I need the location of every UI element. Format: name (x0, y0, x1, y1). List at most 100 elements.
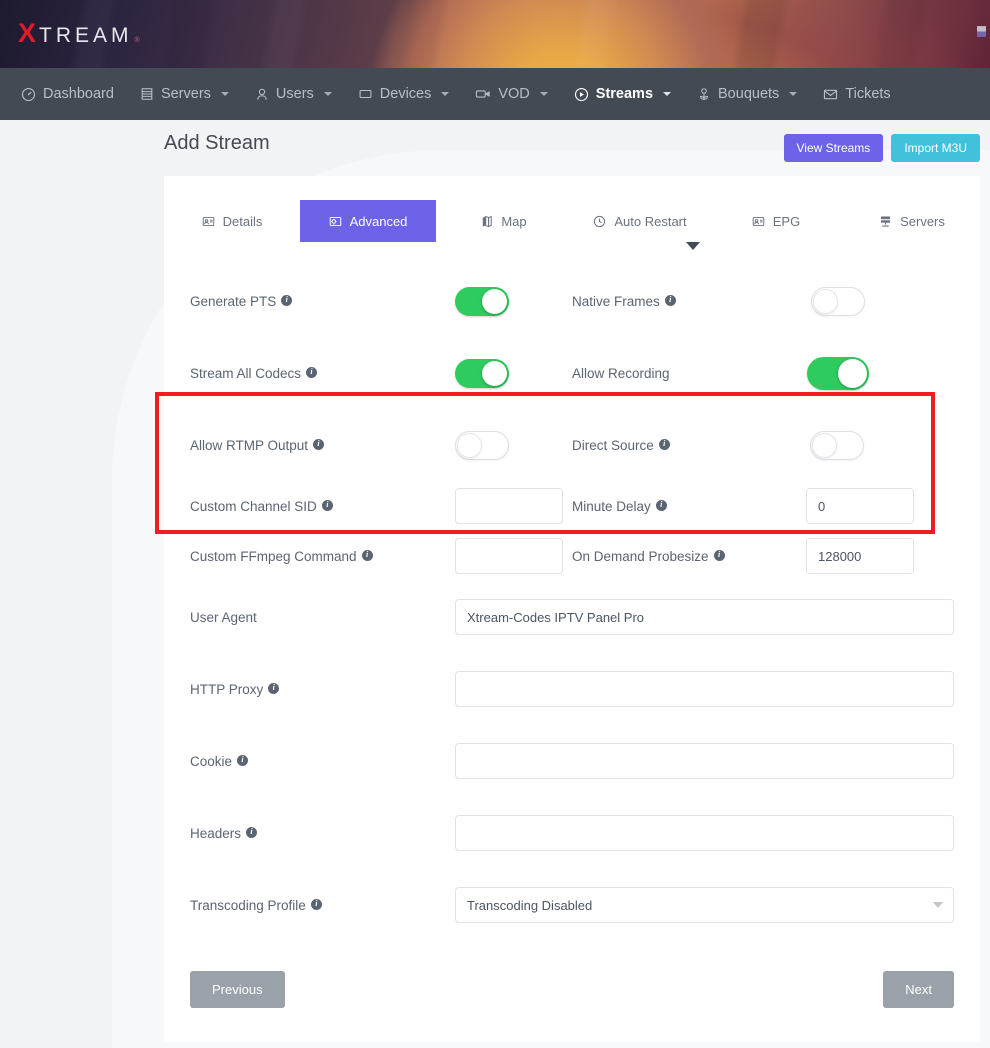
banner-corner-icon[interactable] (977, 26, 986, 37)
nav-label: Dashboard (43, 86, 114, 102)
direct-source-toggle[interactable] (810, 431, 864, 460)
info-icon[interactable]: i (665, 295, 676, 306)
tab-epg[interactable]: EPG (708, 200, 844, 242)
info-icon[interactable]: i (322, 500, 333, 511)
row-http-proxy: HTTP Proxy i (190, 653, 954, 725)
info-icon[interactable]: i (659, 439, 670, 450)
nav-item-servers[interactable]: Servers (127, 68, 242, 120)
headers-input[interactable] (455, 815, 954, 851)
info-icon[interactable]: i (714, 550, 725, 561)
tab-auto-restart[interactable]: Auto Restart (572, 200, 708, 242)
chevron-down-icon (663, 92, 671, 96)
row-channel-sid-minute-delay: Custom Channel SID i Minute Delay i (190, 481, 954, 531)
tab-label: Advanced (350, 214, 408, 229)
info-icon[interactable]: i (237, 755, 248, 766)
banner-artwork (0, 0, 990, 68)
tab-map[interactable]: Map (436, 200, 572, 242)
nav-item-dashboard[interactable]: Dashboard (8, 68, 127, 120)
nav-item-tickets[interactable]: Tickets (810, 68, 903, 120)
native-frames-label: Native Frames i (572, 294, 704, 309)
form-tabs: Details Advanced Map (164, 176, 980, 243)
previous-button[interactable]: Previous (190, 971, 285, 1008)
field-generate-pts: Generate PTS i (190, 287, 572, 316)
nav-item-users[interactable]: Users (242, 68, 345, 120)
toggle-knob (482, 289, 507, 314)
nav-item-bouquets[interactable]: Bouquets (684, 68, 810, 120)
custom-channel-sid-input[interactable] (455, 488, 563, 524)
nav-item-streams[interactable]: Streams (561, 68, 684, 120)
next-button[interactable]: Next (883, 971, 954, 1008)
tab-servers[interactable]: Servers (844, 200, 980, 242)
info-icon[interactable]: i (311, 899, 322, 910)
user-icon (255, 87, 269, 102)
generate-pts-toggle[interactable] (455, 287, 509, 316)
info-icon[interactable]: i (656, 500, 667, 511)
allow-rtmp-output-toggle[interactable] (455, 431, 509, 460)
field-allow-rtmp-output: Allow RTMP Output i (190, 431, 572, 460)
minute-delay-input[interactable] (806, 488, 914, 524)
cookie-input[interactable] (455, 743, 954, 779)
allow-recording-toggle[interactable] (807, 357, 869, 390)
transcoding-profile-select[interactable] (455, 887, 954, 923)
user-agent-input[interactable] (455, 599, 954, 635)
info-icon[interactable]: i (362, 550, 373, 561)
advanced-icon (329, 215, 342, 228)
toggle-knob (457, 433, 482, 458)
transcoding-profile-value[interactable] (455, 887, 954, 923)
tab-server-icon (879, 215, 892, 228)
clock-icon (593, 215, 606, 228)
advanced-form: Generate PTS i Native Frames i Stre (164, 243, 980, 1042)
server-icon (140, 87, 154, 101)
dashboard-icon (21, 87, 36, 102)
tab-advanced[interactable]: Advanced (300, 200, 436, 242)
stream-all-codecs-toggle[interactable] (455, 359, 509, 388)
field-native-frames: Native Frames i (572, 287, 954, 316)
row-generate-pts-native-frames: Generate PTS i Native Frames i (190, 265, 954, 337)
custom-ffmpeg-command-input[interactable] (455, 538, 563, 574)
nav-item-vod[interactable]: VOD (462, 68, 560, 120)
http-proxy-label: HTTP Proxy i (190, 682, 455, 697)
page-header: Add Stream View Streams Import M3U (0, 120, 990, 176)
chevron-down-icon (789, 92, 797, 96)
generate-pts-label: Generate PTS i (190, 294, 455, 309)
nav-item-devices[interactable]: Devices (345, 68, 463, 120)
label-text: Custom FFmpeg Command (190, 549, 357, 564)
allow-recording-label: Allow Recording (572, 366, 704, 381)
tab-label: Details (223, 214, 263, 229)
header-actions: View Streams Import M3U (784, 130, 981, 162)
info-icon[interactable]: i (281, 295, 292, 306)
active-nav-pointer (686, 242, 700, 250)
info-icon[interactable]: i (313, 439, 324, 450)
form-footer: Previous Next (190, 941, 954, 1032)
field-direct-source: Direct Source i (572, 431, 954, 460)
import-m3u-button[interactable]: Import M3U (891, 134, 980, 162)
xtream-logo[interactable]: X TREAM ® (18, 20, 143, 47)
chevron-down-icon (441, 92, 449, 96)
on-demand-probesize-input[interactable] (806, 538, 914, 574)
row-transcoding-profile: Transcoding Profile i (190, 869, 954, 941)
allow-rtmp-output-label: Allow RTMP Output i (190, 438, 455, 453)
minute-delay-label: Minute Delay i (572, 499, 704, 514)
stream-all-codecs-label: Stream All Codecs i (190, 366, 455, 381)
transcoding-profile-label: Transcoding Profile i (190, 898, 455, 913)
on-demand-probesize-label: On Demand Probesize i (572, 549, 732, 564)
field-allow-recording: Allow Recording (572, 357, 954, 390)
stream-icon (574, 87, 589, 102)
info-icon[interactable]: i (268, 683, 279, 694)
http-proxy-input[interactable] (455, 671, 954, 707)
info-icon[interactable]: i (246, 827, 257, 838)
tab-details[interactable]: Details (164, 200, 300, 242)
view-streams-button[interactable]: View Streams (784, 134, 884, 162)
nav-label: Servers (161, 86, 211, 102)
logo-trademark: ® (135, 37, 143, 44)
field-stream-all-codecs: Stream All Codecs i (190, 359, 572, 388)
toggle-knob (482, 361, 507, 386)
mail-icon (823, 88, 838, 101)
chevron-down-icon (540, 92, 548, 96)
nav-label: Devices (380, 86, 432, 102)
info-icon[interactable]: i (306, 367, 317, 378)
nav-label: Users (276, 86, 314, 102)
bouquet-icon (697, 87, 711, 102)
native-frames-toggle[interactable] (811, 287, 865, 316)
direct-source-label: Direct Source i (572, 438, 704, 453)
